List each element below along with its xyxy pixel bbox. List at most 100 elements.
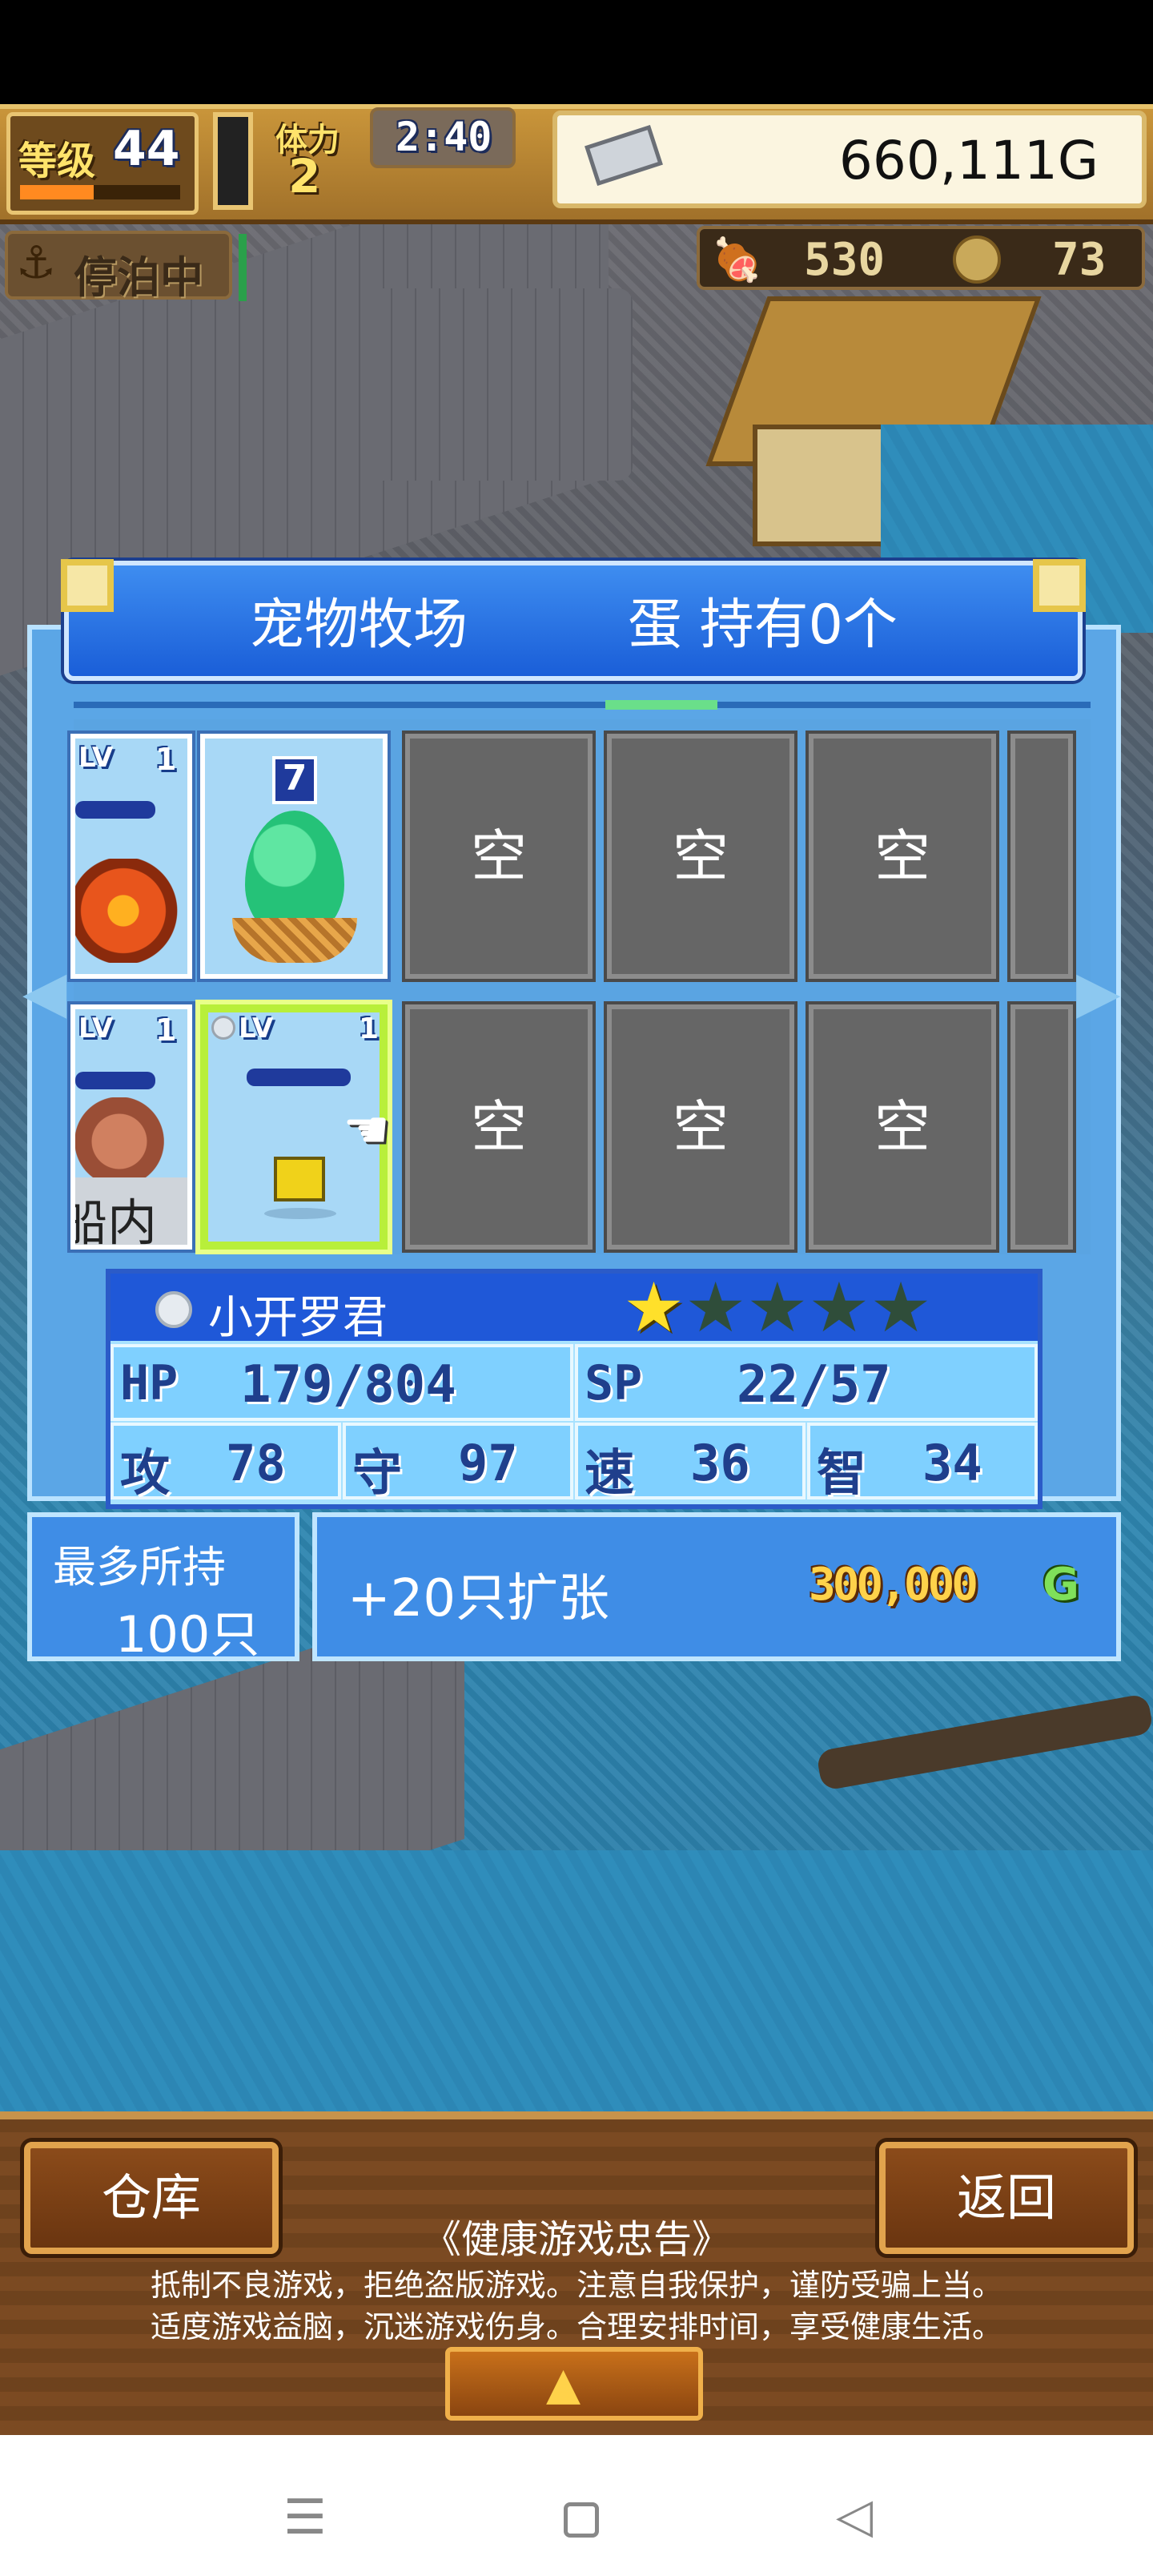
docked-status-text: 停泊中 bbox=[74, 252, 203, 303]
corner-ornament bbox=[61, 559, 114, 612]
sea-bottom bbox=[0, 1850, 1153, 2123]
empty-slot[interactable]: 空 bbox=[604, 1001, 797, 1253]
attack-cell: 攻 78 bbox=[110, 1423, 341, 1502]
scroll-right-arrow[interactable]: ▶ bbox=[1076, 958, 1120, 1025]
egg-count: 蛋 持有0个 bbox=[628, 594, 898, 657]
back-nav-icon[interactable]: ◁ bbox=[836, 2488, 873, 2544]
ship-cannon bbox=[815, 1693, 1153, 1792]
exp-bar bbox=[20, 185, 180, 199]
pet-level-label: LV bbox=[239, 1012, 274, 1044]
pet-hp-bar bbox=[75, 1072, 155, 1089]
star-empty-icon: ★ bbox=[808, 1268, 870, 1348]
pet-level: 1 bbox=[155, 742, 177, 777]
defense-cell: 守 97 bbox=[343, 1423, 573, 1502]
intelligence-value: 34 bbox=[922, 1434, 982, 1492]
pet-level-label: LV bbox=[78, 1012, 114, 1044]
pet-stats-panel: 小开罗君 ★★★★★ HP 179/804 SP 22/57 攻 78 守 97… bbox=[106, 1269, 1043, 1509]
onboard-tag: 船内 bbox=[75, 1177, 187, 1245]
attack-label: 攻 bbox=[120, 1443, 171, 1502]
expand-currency: G bbox=[1043, 1559, 1079, 1611]
docked-status-badge: ⚓ 停泊中 bbox=[5, 231, 232, 303]
meat-icon: 🍖 bbox=[711, 236, 763, 284]
food-count: 530 bbox=[804, 234, 886, 286]
egg-slot[interactable]: 7 bbox=[197, 731, 391, 982]
pet-level-label: LV bbox=[78, 742, 114, 774]
empty-slot[interactable]: 空 bbox=[805, 731, 999, 982]
corner-ornament bbox=[1033, 559, 1086, 612]
expand-price: 300,000 bbox=[809, 1559, 978, 1611]
menu-icon[interactable]: ☰ bbox=[283, 2489, 327, 2546]
pet-slot[interactable]: LV 1 bbox=[67, 731, 195, 982]
pet-type-icon bbox=[211, 1016, 235, 1040]
empty-slot-partial[interactable] bbox=[1007, 1001, 1076, 1253]
beast-sprite bbox=[75, 1097, 171, 1185]
star-empty-icon: ★ bbox=[685, 1268, 747, 1348]
empty-slot[interactable]: 空 bbox=[402, 1001, 596, 1253]
anchor-icon: ⚓ bbox=[16, 237, 57, 289]
up-arrow-icon: ▲ bbox=[546, 2358, 581, 2410]
health-notice-title: 《健康游戏忠告》 bbox=[422, 2217, 730, 2262]
star-empty-icon: ★ bbox=[870, 1268, 932, 1348]
egg-number: 7 bbox=[282, 758, 307, 799]
exp-bar-fill bbox=[20, 185, 94, 199]
medal-icon bbox=[953, 235, 1001, 284]
ranch-title-bar: 宠物牧场 蛋 持有0个 bbox=[64, 561, 1083, 681]
intelligence-label: 智 bbox=[817, 1443, 867, 1502]
health-notice-line2: 适度游戏益脑，沉迷游戏伤身。合理安排时间，享受健康生活。 bbox=[150, 2309, 1002, 2345]
star-filled-icon: ★ bbox=[623, 1268, 685, 1348]
rarity-stars: ★★★★★ bbox=[623, 1274, 932, 1342]
pet-level: 1 bbox=[359, 1012, 380, 1045]
page-track bbox=[74, 702, 1091, 708]
empty-slot[interactable]: 空 bbox=[604, 731, 797, 982]
capacity-box: 最多所持 100只 bbox=[27, 1512, 299, 1664]
sp-cell: SP 22/57 bbox=[575, 1344, 1038, 1421]
egg-number-badge: 7 bbox=[272, 756, 317, 804]
pet-name-bar: 小开罗君 ★★★★★ bbox=[110, 1274, 1038, 1344]
pet-slot[interactable]: LV 1 船内 bbox=[67, 1001, 195, 1253]
sp-label: SP bbox=[585, 1355, 643, 1411]
warehouse-button[interactable]: 仓库 bbox=[24, 2142, 279, 2254]
expand-label: +20只扩张 bbox=[348, 1569, 610, 1628]
sprite-shadow bbox=[264, 1208, 336, 1219]
defense-label: 守 bbox=[352, 1443, 403, 1502]
nest-sprite bbox=[232, 918, 357, 963]
defense-value: 97 bbox=[458, 1434, 518, 1492]
onboard-tag-text: 船内 bbox=[75, 1193, 158, 1250]
level-box: 等级 44 bbox=[6, 112, 199, 215]
capacity-value: 100只 bbox=[115, 1605, 260, 1664]
pet-hp-bar bbox=[247, 1069, 351, 1086]
star-empty-icon: ★ bbox=[746, 1268, 809, 1348]
pet-name: 小开罗君 bbox=[208, 1292, 388, 1344]
pet-type-icon bbox=[155, 1291, 192, 1328]
pet-level: 1 bbox=[155, 1012, 177, 1048]
pointer-hand-icon: ☚ bbox=[343, 1099, 391, 1161]
home-icon[interactable] bbox=[564, 2502, 599, 2538]
expand-menu-button[interactable]: ▲ bbox=[445, 2347, 703, 2421]
hp-label: HP bbox=[120, 1355, 179, 1411]
empty-slot[interactable]: 空 bbox=[805, 1001, 999, 1253]
medal-count: 73 bbox=[1052, 234, 1107, 286]
scroll-left-arrow[interactable]: ◀ bbox=[22, 958, 66, 1025]
speed-value: 36 bbox=[690, 1434, 750, 1492]
hp-value: 179/804 bbox=[240, 1355, 456, 1415]
capacity-label: 最多所持 bbox=[53, 1542, 226, 1592]
system-nav-bar: ☰ ◁ bbox=[0, 2435, 1153, 2576]
sp-value: 22/57 bbox=[737, 1355, 891, 1415]
stamina-gauge bbox=[213, 112, 253, 210]
empty-slot-partial[interactable] bbox=[1007, 731, 1076, 982]
attack-value: 78 bbox=[226, 1434, 286, 1492]
empty-slot[interactable]: 空 bbox=[402, 731, 596, 982]
expand-button[interactable]: +20只扩张 300,000 G bbox=[312, 1512, 1121, 1661]
intelligence-cell: 智 34 bbox=[807, 1423, 1038, 1502]
game-viewport: 等级 44 体力 2 2:40 660,111G ⚓ 停泊中 🍖 530 73 … bbox=[0, 0, 1153, 2435]
hp-cell: HP 179/804 bbox=[110, 1344, 573, 1421]
day-value: 2 bbox=[288, 149, 321, 203]
yellow-robot-sprite bbox=[274, 1157, 325, 1201]
page-indicator[interactable] bbox=[605, 700, 717, 710]
speed-label: 速 bbox=[585, 1443, 635, 1502]
back-button[interactable]: 返回 bbox=[879, 2142, 1134, 2254]
speed-cell: 速 36 bbox=[575, 1423, 805, 1502]
ranch-title: 宠物牧场 bbox=[250, 594, 468, 657]
gold-amount: 660,111G bbox=[838, 130, 1099, 191]
time-text: 2:40 bbox=[396, 114, 492, 160]
